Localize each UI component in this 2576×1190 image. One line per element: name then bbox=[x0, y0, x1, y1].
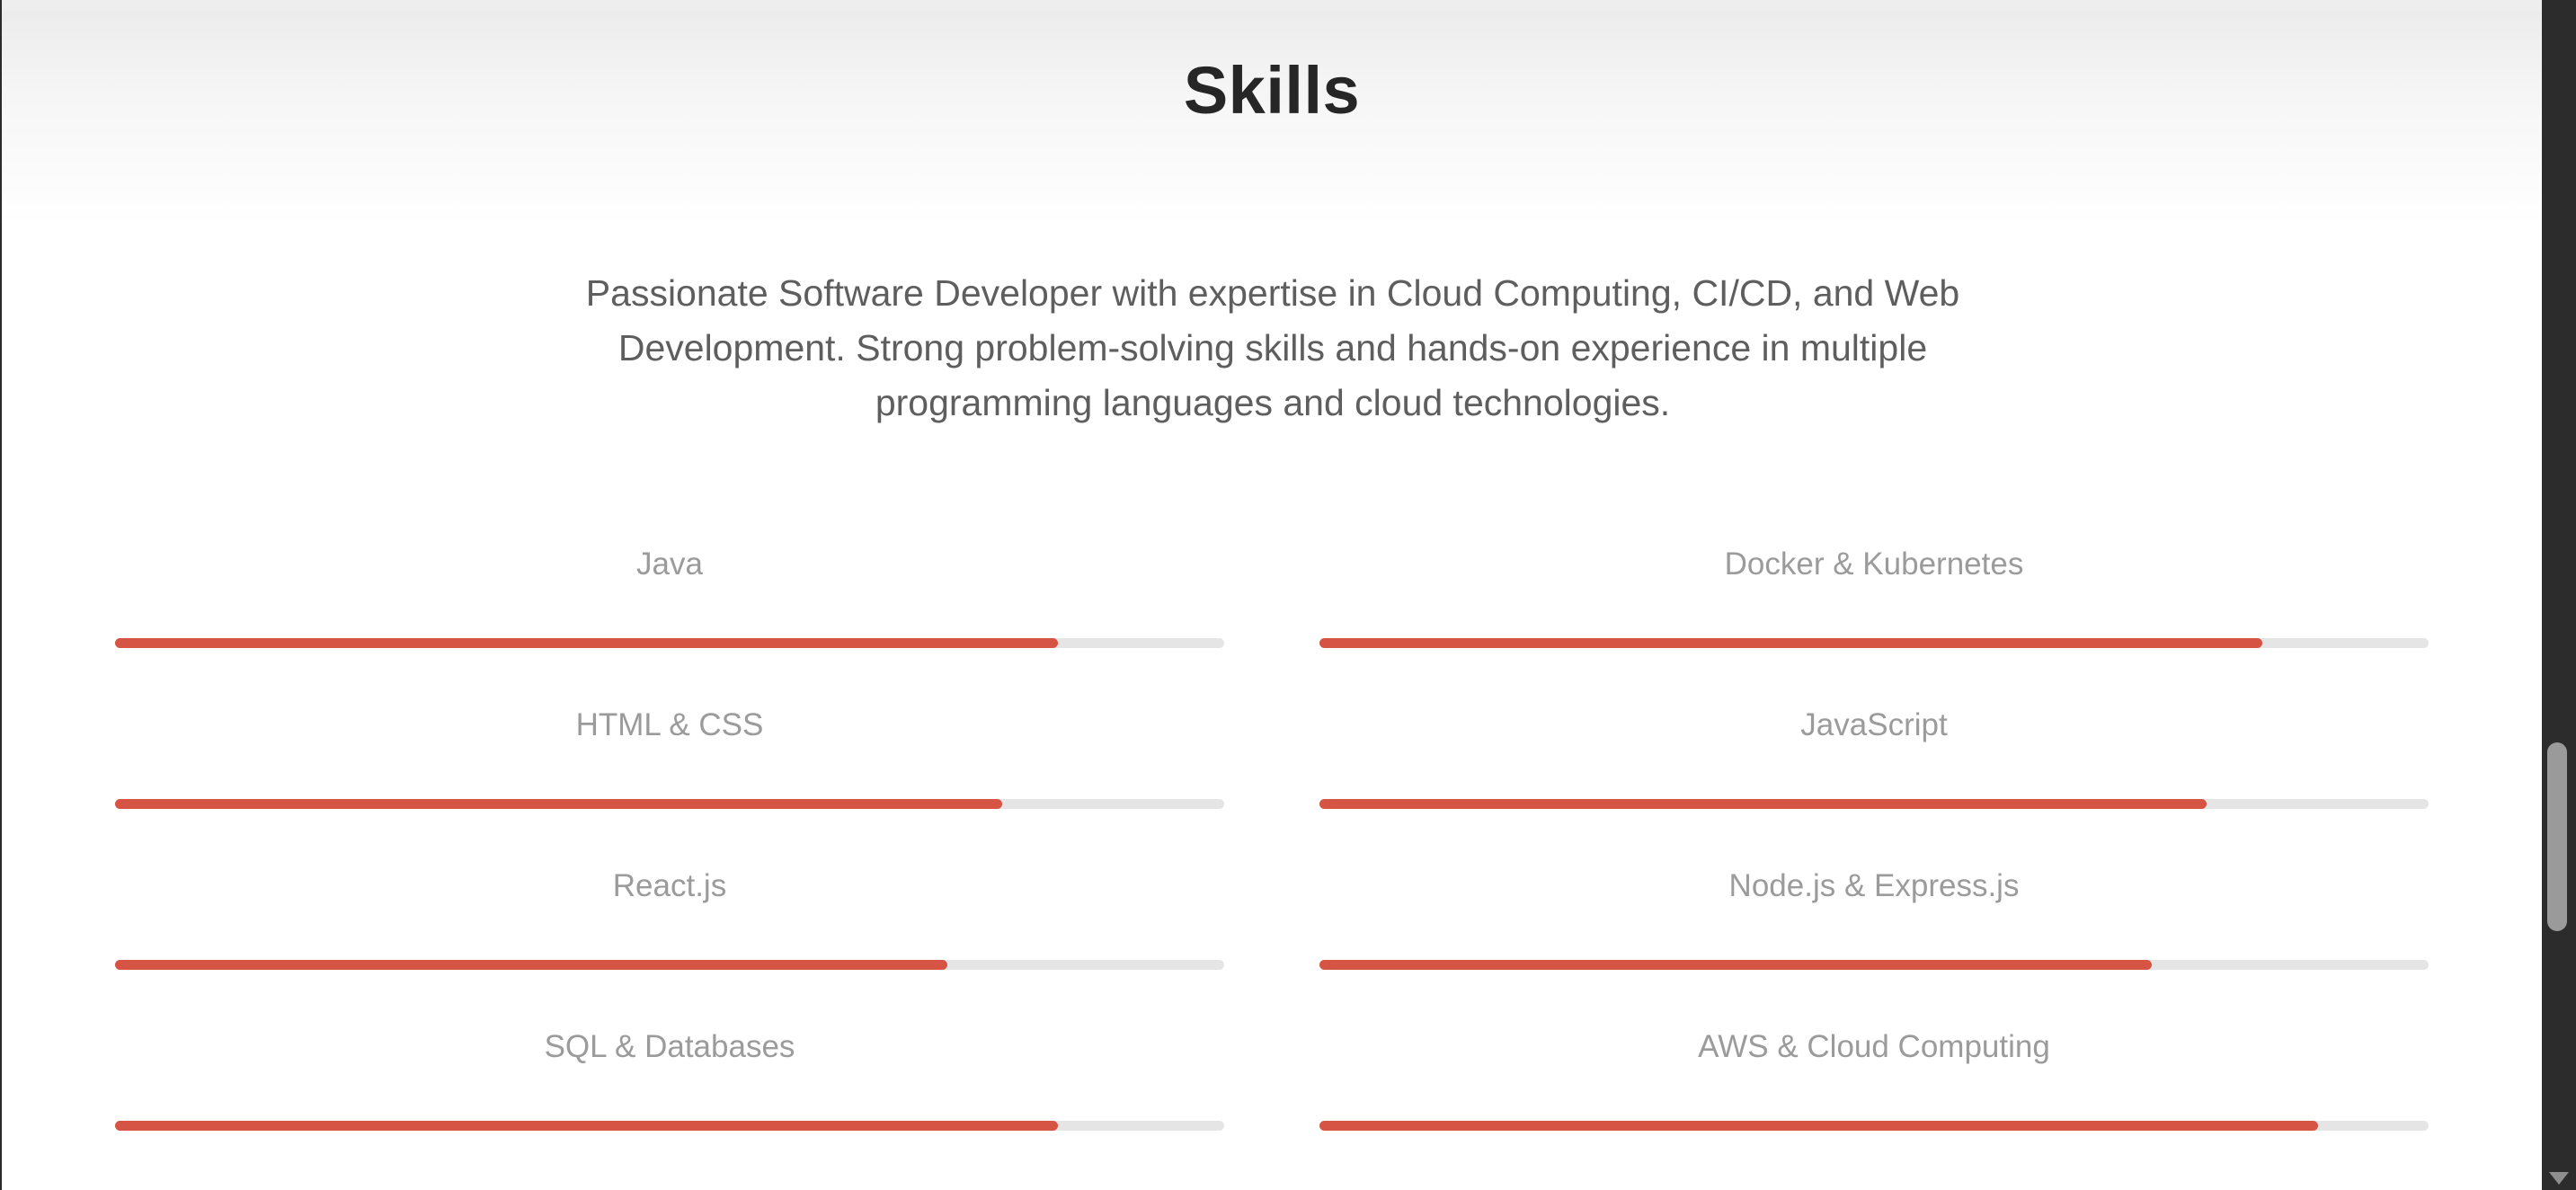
skill-name: Java bbox=[636, 546, 703, 582]
skill-progress-track bbox=[115, 638, 1224, 648]
skill-name: HTML & CSS bbox=[575, 707, 764, 742]
skill-name: Node.js & Express.js bbox=[1728, 868, 2020, 903]
skill-progress-fill bbox=[115, 1121, 1058, 1131]
skill-name: JavaScript bbox=[1800, 707, 1948, 742]
skill-item: AWS & Cloud Computing bbox=[1319, 1020, 2429, 1137]
skill-item: Node.js & Express.js bbox=[1319, 859, 2429, 976]
skill-name: SQL & Databases bbox=[544, 1029, 795, 1064]
skill-progress-track bbox=[115, 1121, 1224, 1131]
skill-progress-fill bbox=[1319, 1121, 2318, 1131]
skill-name: Docker & Kubernetes bbox=[1724, 546, 2024, 582]
skill-progress-track bbox=[1319, 638, 2429, 648]
skill-progress-track bbox=[1319, 960, 2429, 970]
vertical-scrollbar[interactable] bbox=[2542, 0, 2576, 1190]
section-intro: Passionate Software Developer with exper… bbox=[585, 272, 1960, 423]
skill-item: Java bbox=[115, 537, 1224, 654]
skill-progress-fill bbox=[1319, 799, 2207, 809]
skill-progress-track bbox=[115, 799, 1224, 809]
skill-progress-fill bbox=[115, 799, 1003, 809]
skill-progress-track bbox=[115, 960, 1224, 970]
skill-progress-fill bbox=[115, 960, 947, 970]
skill-item: Docker & Kubernetes bbox=[1319, 537, 2429, 654]
page-viewport: Skills Passionate Software Developer wit… bbox=[0, 0, 2542, 1190]
section-title: Skills bbox=[1183, 53, 1361, 128]
skill-item: React.js bbox=[115, 859, 1224, 976]
skill-item: SQL & Databases bbox=[115, 1020, 1224, 1137]
skill-item: JavaScript bbox=[1319, 698, 2429, 815]
skill-progress-fill bbox=[115, 638, 1058, 648]
skill-item: HTML & CSS bbox=[115, 698, 1224, 815]
skill-progress-fill bbox=[1319, 960, 2152, 970]
top-divider bbox=[2, 0, 2542, 11]
scrollbar-thumb[interactable] bbox=[2547, 742, 2567, 931]
skill-name: React.js bbox=[612, 868, 727, 903]
scroll-down-arrow-icon[interactable] bbox=[2549, 1172, 2569, 1185]
skill-progress-track bbox=[1319, 799, 2429, 809]
skill-name: AWS & Cloud Computing bbox=[1698, 1029, 2050, 1064]
skill-progress-track bbox=[1319, 1121, 2429, 1131]
skill-progress-fill bbox=[1319, 638, 2262, 648]
